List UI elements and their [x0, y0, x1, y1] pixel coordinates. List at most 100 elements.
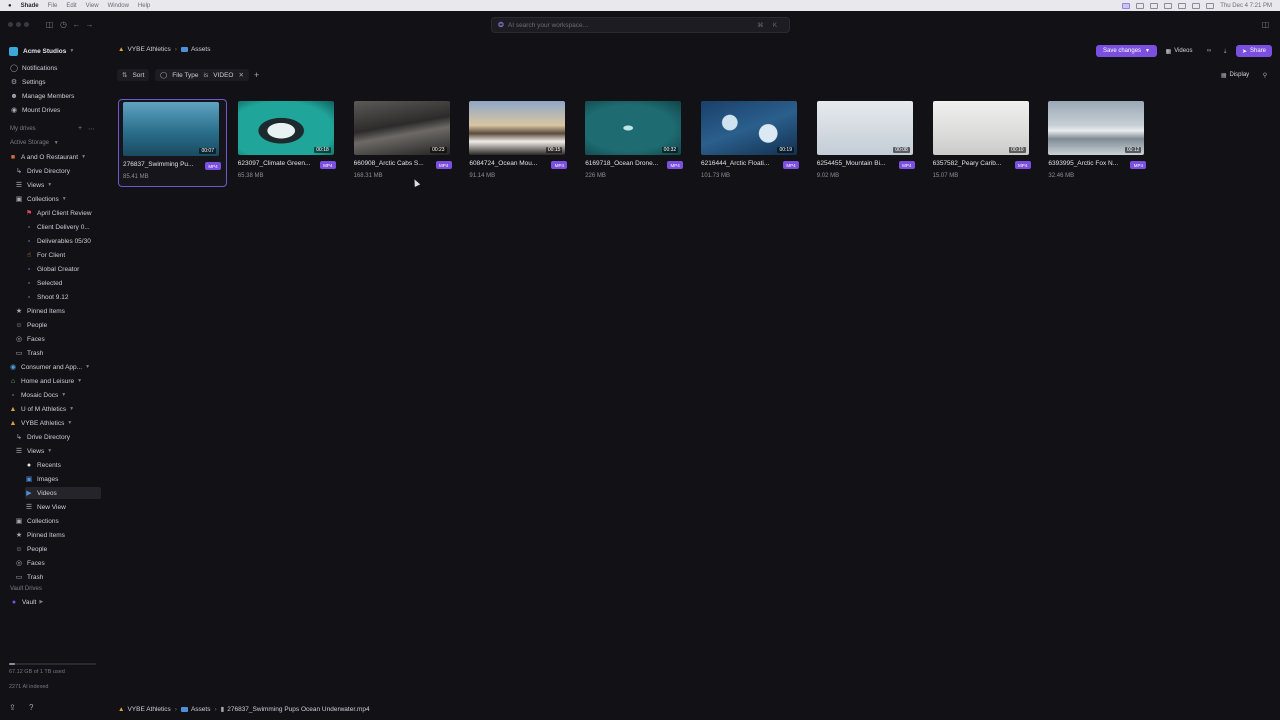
sidebar-item-shoot-9-12[interactable]: ▫ Shoot 9.12 [25, 291, 69, 303]
sidebar-item-pinned-items[interactable]: ★ Pinned Items [15, 529, 65, 541]
menu-view[interactable]: View [86, 3, 99, 9]
sidebar-item-pinned-items[interactable]: ★ Pinned Items [15, 305, 65, 317]
history-icon[interactable]: ◷ [59, 20, 68, 29]
back-arrow-icon[interactable]: ← [72, 20, 81, 29]
video-thumbnail[interactable]: 00:08 [816, 101, 913, 155]
sidebar-item-mount-drives[interactable]: ◉ Mount Drives [10, 104, 60, 116]
sidebar-item-trash[interactable]: ▭ Trash [15, 347, 44, 359]
zoom-window-icon[interactable] [24, 22, 29, 27]
footer-crumb-drive[interactable]: VYBE Athletics [127, 706, 170, 713]
video-thumbnail[interactable]: 00:18 [237, 101, 334, 155]
panel-toggle-icon[interactable]: ◫ [1261, 20, 1270, 29]
ai-search-input[interactable]: ❂ AI search your workspace... ⌘ K [491, 17, 790, 33]
sidebar-item-images[interactable]: ▣ Images [25, 473, 59, 485]
menu-app-name[interactable]: Shade [21, 3, 39, 9]
sidebar-item-videos[interactable]: ▶ Videos [25, 487, 101, 499]
asset-card[interactable]: 00:07 276837_Swimming Pu... MP4 85.41 MB [118, 99, 227, 187]
sidebar-toggle-icon[interactable]: ◫ [45, 20, 54, 29]
sidebar-item-april-client-review[interactable]: ⚑ April Client Review [25, 207, 92, 219]
sidebar-item-home-and-leisure[interactable]: ⌂ Home and Leisure ▼ [9, 375, 82, 387]
video-thumbnail[interactable]: 00:07 [123, 102, 219, 156]
search-icon[interactable]: ⚲ [1259, 69, 1271, 81]
video-thumbnail[interactable]: 00:19 [701, 101, 797, 155]
sidebar-item-new-view[interactable]: ☰ New View [25, 501, 66, 513]
view-selector-button[interactable]: ▦ Videos [1162, 45, 1196, 57]
footer-crumb-file[interactable]: 276837_Swimming Pups Ocean Underwater.mp… [227, 706, 369, 713]
sidebar-item-consumer-and-app[interactable]: ◉ Consumer and App... ▼ [9, 361, 90, 373]
menu-window[interactable]: Window [108, 3, 129, 9]
video-thumbnail[interactable]: 00:23 [353, 101, 450, 155]
video-thumbnail[interactable]: 00:32 [585, 101, 682, 155]
wifi-icon[interactable] [1192, 2, 1201, 9]
filter-operator[interactable]: is [204, 72, 209, 79]
video-thumbnail[interactable]: 00:10 [932, 101, 1029, 155]
sidebar-item-views[interactable]: ☰ Views ▼ [15, 445, 52, 457]
menu-edit[interactable]: Edit [66, 3, 76, 9]
add-filter-icon[interactable]: + [254, 70, 259, 80]
asset-card[interactable]: 00:08 6254455_Mountain Bi... MP4 9.02 MB [813, 99, 922, 187]
sidebar-item-notifications[interactable]: ◯ Notifications [10, 62, 57, 74]
grid-icon[interactable] [1150, 2, 1159, 9]
sidebar-item-drive-directory[interactable]: ↳ Drive Directory [15, 165, 70, 177]
more-icon[interactable]: ⋯ [88, 125, 95, 133]
screen-record-icon[interactable] [1122, 2, 1131, 9]
display-button[interactable]: ▦ Display [1215, 69, 1255, 81]
extension-icon[interactable] [1164, 2, 1173, 9]
sidebar-item-vault[interactable]: ● Vault ▶ [10, 596, 43, 608]
sidebar-item-selected[interactable]: ▫ Selected [25, 277, 63, 289]
download-icon[interactable]: ⇣ [1219, 45, 1231, 57]
sidebar-item-people[interactable]: ☺ People [15, 543, 47, 555]
asset-card[interactable]: 00:19 6216444_Arctic Floati... MP4 101.73 M… [697, 99, 806, 187]
sidebar-item-collections[interactable]: ▣ Collections [15, 515, 59, 527]
help-icon[interactable]: ? [29, 703, 33, 712]
sidebar-item-manage-members[interactable]: ☻ Manage Members [10, 90, 74, 102]
sidebar-item-for-client[interactable]: ☝ For Client [25, 249, 65, 261]
asset-card[interactable]: 00:15 6084724_Ocean Mou... MP4 91.14 MB [465, 99, 574, 187]
footer-crumb-folder[interactable]: Assets [191, 706, 211, 713]
sidebar-item-collections[interactable]: ▣ Collections ▼ [15, 193, 67, 205]
sidebar-item-a-and-o-restaurant[interactable]: ■ A and O Restaurant ▼ [9, 151, 86, 163]
breadcrumb-drive[interactable]: VYBE Athletics [127, 46, 170, 53]
asset-card[interactable]: 00:10 6357582_Peary Carib... MP4 15.07 MB [929, 99, 1038, 187]
forward-arrow-icon[interactable]: → [85, 20, 94, 29]
asset-card[interactable]: 00:18 623097_Climate Green... MP4 65.38 MB [234, 99, 343, 187]
workspace-switcher[interactable]: Acme Studios ▼ [9, 45, 74, 57]
clock[interactable]: Thu Dec 4 7:21 PM [1220, 3, 1272, 9]
sidebar-item-recents[interactable]: ● Recents [25, 459, 61, 471]
sidebar-item-drive-directory[interactable]: ↳ Drive Directory [15, 431, 70, 443]
sidebar-item-global-creator[interactable]: ▫ Global Creator [25, 263, 80, 275]
filter-field[interactable]: File Type [172, 72, 198, 79]
minimize-window-icon[interactable] [16, 22, 21, 27]
close-icon[interactable]: ✕ [238, 71, 243, 79]
battery-icon[interactable] [1178, 2, 1187, 9]
save-changes-button[interactable]: Save changes ▼ [1096, 45, 1157, 57]
menu-help[interactable]: Help [138, 3, 150, 9]
close-window-icon[interactable] [8, 22, 13, 27]
filter-chip[interactable]: ◯ File Type is VIDEO ✕ [155, 69, 249, 81]
active-storage-label[interactable]: Active Storage ▼ [10, 140, 59, 146]
link-icon[interactable]: ∞ [1203, 45, 1215, 57]
sidebar-item-deliverables-05-30[interactable]: ▫ Deliverables 05/30 [25, 235, 91, 247]
sidebar-item-faces[interactable]: ◎ Faces [15, 557, 45, 569]
share-button[interactable]: ➤ Share [1236, 45, 1272, 57]
sidebar-item-faces[interactable]: ◎ Faces [15, 333, 45, 345]
menu-file[interactable]: File [48, 3, 58, 9]
sidebar-item-client-delivery-0[interactable]: ▫ Client Delivery 0... [25, 221, 90, 233]
window-icon[interactable] [1136, 2, 1145, 9]
breadcrumb-folder[interactable]: Assets [191, 46, 211, 53]
sidebar-item-settings[interactable]: ⚙ Settings [10, 76, 46, 88]
upload-icon[interactable]: ⇪ [9, 703, 16, 712]
sidebar-item-vybe-athletics[interactable]: ▲ VYBE Athletics ▼ [9, 417, 73, 429]
control-center-icon[interactable] [1206, 2, 1215, 9]
asset-card[interactable]: 00:12 6393995_Arctic Fox N... MP4 32.46 MB [1044, 99, 1153, 187]
apple-icon[interactable]: ● [8, 3, 12, 9]
sidebar-item-people[interactable]: ☺ People [15, 319, 47, 331]
add-drive-icon[interactable]: + [78, 125, 82, 132]
sidebar-item-u-of-m-athletics[interactable]: ▲ U of M Athletics ▼ [9, 403, 75, 415]
asset-card[interactable]: 00:23 660908_Arctic Cabs S... MP4 168.31 MB [350, 99, 459, 187]
filter-value[interactable]: VIDEO [213, 72, 233, 79]
asset-card[interactable]: 00:32 6169718_Ocean Drone... MP4 226 MB [581, 99, 690, 187]
sidebar-item-mosaic-docs[interactable]: ▫ Mosaic Docs ▼ [9, 389, 66, 401]
sidebar-item-trash[interactable]: ▭ Trash [15, 571, 44, 583]
video-thumbnail[interactable]: 00:12 [1048, 101, 1145, 155]
